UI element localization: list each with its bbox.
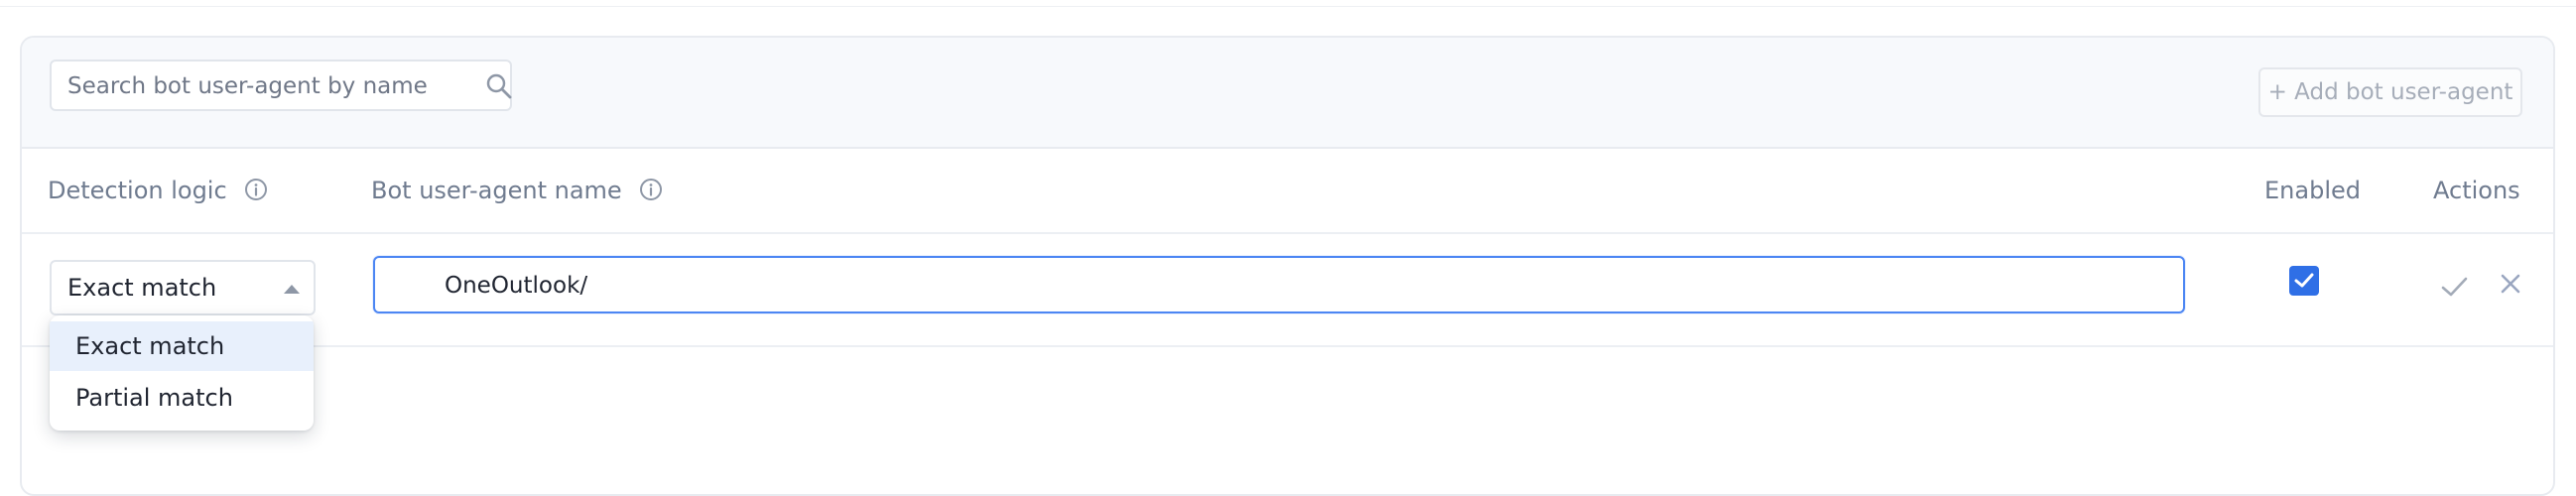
top-divider: [0, 6, 2576, 7]
bot-user-agent-name-input[interactable]: [443, 258, 2133, 313]
header-enabled: Enabled: [2264, 177, 2361, 204]
info-icon[interactable]: [639, 178, 663, 201]
detection-logic-dropdown: Exact match Partial match: [50, 315, 314, 431]
header-detection-logic-label: Detection logic: [48, 177, 227, 204]
header-bot-user-agent-name: Bot user-agent name: [371, 149, 663, 232]
detection-logic-select[interactable]: Exact match: [50, 260, 316, 315]
add-bot-user-agent-button[interactable]: + Add bot user-agent: [2258, 67, 2522, 117]
close-icon[interactable]: [2499, 272, 2522, 296]
check-icon[interactable]: [2439, 272, 2469, 302]
bot-user-agent-name-field[interactable]: [373, 256, 2185, 313]
enabled-checkbox[interactable]: [2289, 266, 2319, 296]
dropdown-option-partial-match[interactable]: Partial match: [50, 373, 314, 423]
header-actions: Actions: [2433, 177, 2520, 204]
check-mark-icon: [2294, 273, 2314, 288]
bot-user-agent-panel: + Add bot user-agent Detection logic Bot…: [20, 36, 2555, 496]
header-detection-logic: Detection logic: [48, 149, 268, 232]
header-bot-user-agent-name-label: Bot user-agent name: [371, 177, 622, 204]
detection-logic-value: Exact match: [67, 274, 217, 302]
toolbar: + Add bot user-agent: [22, 38, 2553, 149]
table-header: Detection logic Bot user-agent name Enab…: [22, 149, 2553, 234]
search-icon[interactable]: [485, 72, 513, 100]
dropdown-option-exact-match[interactable]: Exact match: [50, 321, 314, 371]
search-input[interactable]: [65, 62, 456, 111]
search-box[interactable]: [50, 60, 512, 111]
caret-up-icon: [284, 285, 300, 294]
table-row: Exact match: [22, 234, 2553, 347]
info-icon[interactable]: [244, 178, 268, 201]
